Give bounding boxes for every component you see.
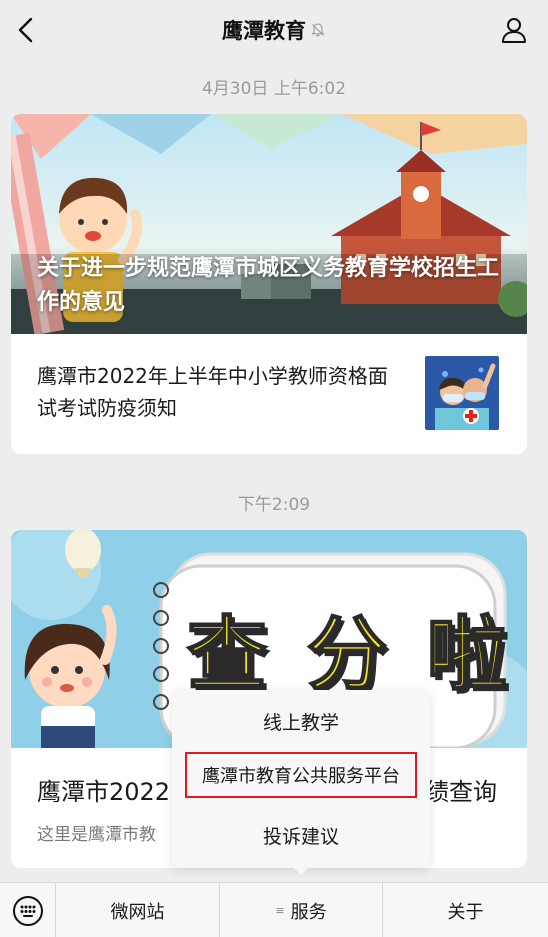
- sub-article-title[interactable]: 鹰潭市2022年上半年中小学教师资格面试考试防疫须知: [37, 360, 407, 424]
- keyboard-icon: [12, 895, 43, 926]
- cover-headline[interactable]: 查 分 啦: [186, 590, 513, 706]
- chevron-left-icon: [18, 17, 33, 43]
- menu-tab-service[interactable]: ≡ 服务: [220, 883, 382, 937]
- profile-button[interactable]: [496, 12, 532, 48]
- article-card[interactable]: 关于进一步规范鹰潭市城区义务教育学校招生工作的意见 鹰潭市2022年上半年中小学…: [11, 114, 527, 454]
- person-icon: [502, 18, 526, 43]
- keyboard-toggle-button[interactable]: [0, 883, 56, 937]
- back-button[interactable]: [8, 12, 44, 48]
- menu-tab-micro-site[interactable]: 微网站: [56, 883, 219, 937]
- menu-item-public-service-platform[interactable]: 鹰潭市教育公共服务平台: [185, 752, 417, 798]
- sub-article-thumbnail[interactable]: [425, 356, 499, 430]
- sub-article-row[interactable]: 鹰潭市2022年上半年中小学教师资格面试考试防疫须知: [11, 334, 527, 454]
- service-popup-menu: 线上教学 鹰潭市教育公共服务平台 投诉建议: [172, 690, 430, 868]
- page-title: 鹰潭教育: [222, 19, 306, 43]
- article-description: 这里是鹰潭市教: [37, 825, 156, 845]
- bottom-menu-bar: 微网站 ≡ 服务 关于: [0, 882, 548, 937]
- article-cover[interactable]: 关于进一步规范鹰潭市城区义务教育学校招生工作的意见: [11, 114, 527, 334]
- message-timestamp: 4月30日 上午6:02: [201, 79, 347, 99]
- bell-muted-icon: [311, 23, 325, 37]
- message-timestamp: 下午2:09: [237, 495, 311, 515]
- thumbnail-doctors-image: [425, 356, 499, 430]
- menu-tab-about[interactable]: 关于: [383, 883, 548, 937]
- article-cover-title[interactable]: 关于进一步规范鹰潭市城区义务教育学校招生工作的意见: [37, 252, 507, 320]
- menu-tab-service-label: 服务: [290, 901, 327, 923]
- title-wrap: 鹰潭教育: [222, 15, 326, 45]
- menu-item-complaints[interactable]: 投诉建议: [172, 808, 430, 862]
- menu-item-online-teaching[interactable]: 线上教学: [172, 694, 430, 748]
- header-bar: 鹰潭教育: [0, 0, 548, 60]
- menu-lines-icon: ≡: [275, 904, 285, 917]
- article-title-end[interactable]: 绩查询: [425, 772, 497, 807]
- popup-arrow: [292, 866, 310, 875]
- article-title[interactable]: 鹰潭市2022: [37, 772, 170, 807]
